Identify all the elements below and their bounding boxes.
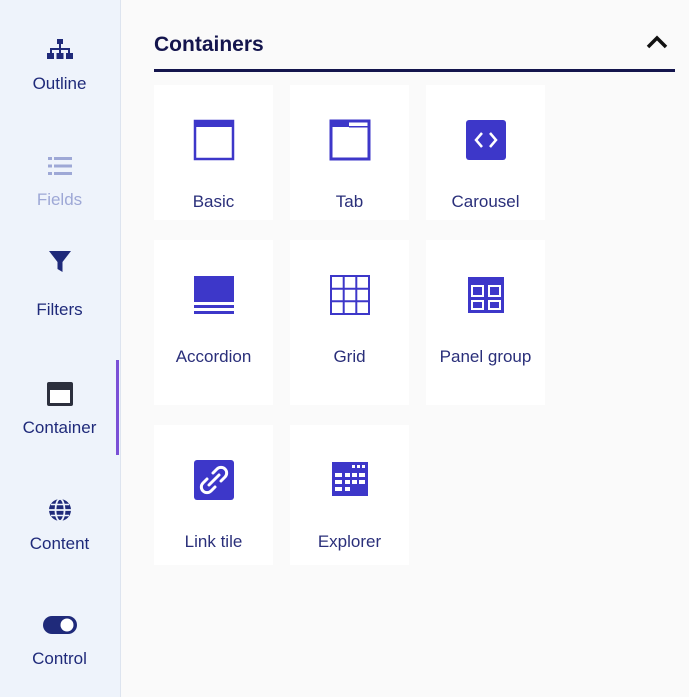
tab-container-icon [327, 117, 373, 163]
sidebar-item-outline[interactable]: Outline [0, 30, 119, 130]
basic-container-icon [191, 117, 237, 163]
link-icon [191, 457, 237, 503]
grid-icon [327, 272, 373, 318]
sidebar-item-container[interactable]: Container [0, 374, 119, 474]
tile-label: Explorer [317, 532, 382, 551]
tile-label: Link tile [184, 532, 243, 551]
sidebar-item-fields[interactable]: Fields [0, 146, 119, 246]
tile-basic[interactable]: Basic [154, 85, 273, 220]
tile-link-tile[interactable]: Link tile [154, 425, 273, 565]
tile-label: Basic [192, 192, 235, 211]
sidebar-item-label: Outline [32, 74, 87, 93]
sidebar: Outline Fields Filters Container Content… [0, 0, 121, 697]
containers-panel: Containers Basic Tab Carousel Accordion … [121, 0, 689, 697]
panel-header[interactable]: Containers [154, 20, 675, 72]
container-icon [40, 374, 80, 414]
explorer-icon [327, 457, 373, 503]
sidebar-item-label: Filters [36, 300, 83, 319]
sidebar-item-label: Control [32, 649, 87, 668]
tile-tab[interactable]: Tab [290, 85, 409, 220]
collapse-button[interactable] [639, 27, 675, 63]
panel-title: Containers [154, 32, 264, 56]
active-indicator [116, 360, 119, 455]
sidebar-item-content[interactable]: Content [0, 490, 119, 590]
accordion-icon [191, 272, 237, 318]
tile-grid[interactable]: Grid [290, 240, 409, 405]
globe-icon [40, 490, 80, 530]
tile-carousel[interactable]: Carousel [426, 85, 545, 220]
toggle-icon [40, 605, 80, 645]
list-icon [40, 146, 80, 186]
sidebar-item-label: Content [29, 534, 90, 553]
sitemap-icon [40, 30, 80, 70]
carousel-icon [463, 117, 509, 163]
tile-label: Grid [333, 347, 366, 366]
tile-label: Accordion [175, 347, 252, 366]
sidebar-item-label: Container [22, 418, 97, 437]
tile-label: Carousel [451, 192, 520, 211]
tile-label: Panel group [439, 347, 532, 366]
sidebar-item-filters[interactable]: Filters [0, 242, 119, 342]
tile-accordion[interactable]: Accordion [154, 240, 273, 405]
chevron-up-icon [646, 35, 668, 54]
panel-group-icon [463, 272, 509, 318]
sidebar-item-control[interactable]: Control [0, 605, 119, 697]
sidebar-item-label: Fields [36, 190, 83, 209]
tile-label: Tab [335, 192, 364, 211]
filter-icon [40, 242, 80, 282]
tile-explorer[interactable]: Explorer [290, 425, 409, 565]
tile-panel-group[interactable]: Panel group [426, 240, 545, 405]
